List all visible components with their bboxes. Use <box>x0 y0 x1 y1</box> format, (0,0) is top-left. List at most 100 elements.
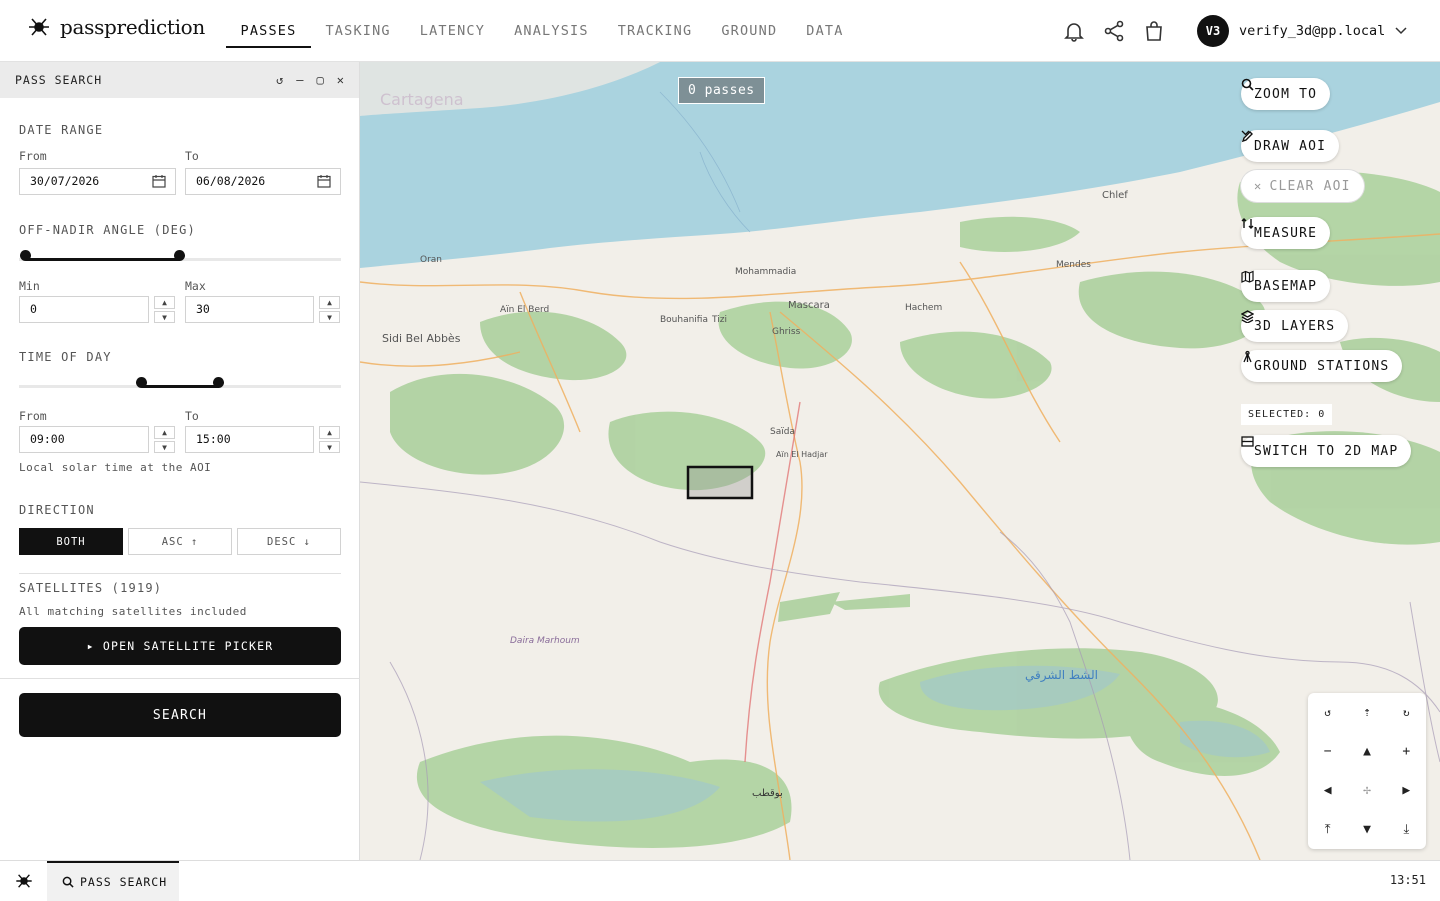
nav-passes[interactable]: PASSES <box>226 14 311 48</box>
decrement-icon[interactable]: ▼ <box>319 440 340 453</box>
label-ain-hadjar: Aïn El Hadjar <box>776 450 828 459</box>
label-hachem: Hachem <box>905 303 942 313</box>
basemap-button[interactable]: BASEMAP <box>1241 270 1331 302</box>
increment-icon[interactable]: ▲ <box>154 426 175 439</box>
satellites-heading: SATELLITES (1919) <box>19 581 163 595</box>
date-to-field[interactable]: 06/08/2026 <box>185 168 341 195</box>
layers-3d-label: 3D LAYERS <box>1254 318 1336 334</box>
nav-data[interactable]: DATA <box>792 14 858 48</box>
label-mascara: Mascara <box>788 300 830 311</box>
pan-left-icon[interactable]: ◀ <box>1324 783 1332 798</box>
open-satellite-picker-button[interactable]: ▸ OPEN SATELLITE PICKER <box>19 627 341 665</box>
calendar-icon[interactable] <box>152 174 166 188</box>
off-nadir-min-handle[interactable] <box>20 250 31 261</box>
user-menu[interactable]: V3 verify_3d@pp.local <box>1197 15 1407 47</box>
off-nadir-max-input[interactable]: 30 <box>185 296 314 323</box>
pan-down-icon[interactable]: ▼ <box>1363 822 1371 837</box>
nav-tracking[interactable]: TRACKING <box>603 14 707 48</box>
time-hint: Local solar time at the AOI <box>19 461 212 474</box>
maximize-icon[interactable]: ▢ <box>317 73 324 87</box>
antenna-icon <box>1243 350 1252 363</box>
app-logo[interactable]: passprediction <box>26 14 205 40</box>
off-nadir-min-value: 0 <box>30 302 37 316</box>
calendar-icon[interactable] <box>317 174 331 188</box>
nav-ground[interactable]: GROUND <box>707 14 792 48</box>
direction-heading: DIRECTION <box>19 503 95 517</box>
direction-desc-button[interactable]: DESC ↓ <box>237 528 341 555</box>
label-chlef: Chlef <box>1102 190 1128 201</box>
max-label: Max <box>185 279 206 293</box>
rotate-left-icon[interactable]: ↺ <box>1324 706 1331 719</box>
reset-icon[interactable]: ↺ <box>276 73 283 87</box>
time-from-stepper[interactable]: ▲ ▼ <box>154 426 175 453</box>
direction-both-button[interactable]: BOTH <box>19 528 123 555</box>
layers-icon <box>1241 310 1254 323</box>
tilt-up-icon[interactable]: ⇡ <box>1363 705 1371 720</box>
direction-asc-button[interactable]: ASC ↑ <box>128 528 232 555</box>
taskbar-tab-pass-search[interactable]: PASS SEARCH <box>47 861 179 901</box>
ground-stations-button[interactable]: GROUND STATIONS <box>1241 350 1403 382</box>
share-icon[interactable] <box>1102 18 1126 44</box>
off-nadir-min-stepper[interactable]: ▲ ▼ <box>154 296 175 323</box>
map-icon <box>1241 270 1254 283</box>
time-to-stepper[interactable]: ▲ ▼ <box>319 426 340 453</box>
time-to-handle[interactable] <box>213 377 224 388</box>
time-from-input[interactable]: 09:00 <box>19 426 149 453</box>
time-slider-fill <box>142 385 219 388</box>
panel-header[interactable]: PASS SEARCH ↺ – ▢ ✕ <box>0 62 359 98</box>
nav-tasking[interactable]: TASKING <box>311 14 405 48</box>
draw-aoi-button[interactable]: DRAW AOI <box>1241 130 1340 162</box>
nav-latency[interactable]: LATENCY <box>405 14 499 48</box>
zoom-to-label: ZOOM TO <box>1254 86 1318 102</box>
decrement-icon[interactable]: ▼ <box>319 310 340 323</box>
increment-icon[interactable]: ▲ <box>154 296 175 309</box>
cart-icon[interactable] <box>1142 18 1166 44</box>
tilt-top-icon[interactable]: ⤒ <box>1325 822 1331 837</box>
zoom-out-icon[interactable]: − <box>1324 744 1332 759</box>
zoom-to-button[interactable]: ZOOM TO <box>1241 78 1331 110</box>
time-from-handle[interactable] <box>136 377 147 388</box>
off-nadir-max-stepper[interactable]: ▲ ▼ <box>319 296 340 323</box>
close-icon[interactable]: ✕ <box>337 73 344 87</box>
off-nadir-max-handle[interactable] <box>174 250 185 261</box>
layers-3d-button[interactable]: 3D LAYERS <box>1241 310 1349 342</box>
label-bougtob: بوقطب <box>752 788 783 799</box>
off-nadir-min-input[interactable]: 0 <box>19 296 149 323</box>
increment-icon[interactable]: ▲ <box>319 296 340 309</box>
switch-2d-label: SWITCH TO 2D MAP <box>1254 443 1399 459</box>
draw-aoi-label: DRAW AOI <box>1254 138 1327 154</box>
map-2d-icon <box>1241 436 1254 447</box>
zoom-in-icon[interactable]: + <box>1402 744 1410 759</box>
date-from-field[interactable]: 30/07/2026 <box>19 168 176 195</box>
label-chott: الشط الشرقي <box>1025 668 1098 683</box>
increment-icon[interactable]: ▲ <box>319 426 340 439</box>
off-nadir-heading: OFF-NADIR ANGLE (DEG) <box>19 223 196 237</box>
pan-right-icon[interactable]: ▶ <box>1402 783 1410 798</box>
off-nadir-slider-fill <box>26 258 180 261</box>
map-view[interactable]: Cartagena Sidi Bel Abbès Mascara Chlef D… <box>360 62 1440 860</box>
date-to-value: 06/08/2026 <box>196 174 266 188</box>
label-oran: Oran <box>420 255 442 265</box>
decrement-icon[interactable]: ▼ <box>154 310 175 323</box>
label-tizi: Tizi <box>711 315 727 325</box>
close-icon: ✕ <box>1254 179 1263 193</box>
pan-up-icon[interactable]: ▲ <box>1363 744 1371 759</box>
clear-aoi-button[interactable]: ✕ CLEAR AOI <box>1241 170 1364 202</box>
decrement-icon[interactable]: ▼ <box>154 440 175 453</box>
rotate-right-icon[interactable]: ↻ <box>1403 706 1410 719</box>
logo-icon[interactable] <box>14 871 34 891</box>
avatar: V3 <box>1197 15 1229 47</box>
switch-2d-button[interactable]: SWITCH TO 2D MAP <box>1241 435 1412 467</box>
measure-label: MEASURE <box>1254 225 1318 241</box>
minimize-icon[interactable]: – <box>296 73 303 87</box>
taskbar: PASS SEARCH 13:51 <box>0 860 1440 901</box>
measure-button[interactable]: MEASURE <box>1241 217 1331 249</box>
time-to-input[interactable]: 15:00 <box>185 426 314 453</box>
tilt-bottom-icon[interactable]: ⤓ <box>1403 822 1409 837</box>
search-button[interactable]: SEARCH <box>19 693 341 737</box>
bell-icon[interactable] <box>1062 18 1086 44</box>
clock: 13:51 <box>1389 873 1426 887</box>
nav-analysis[interactable]: ANALYSIS <box>500 14 604 48</box>
reset-view-icon[interactable]: ✢ <box>1363 783 1371 798</box>
time-from-label: From <box>19 409 47 423</box>
